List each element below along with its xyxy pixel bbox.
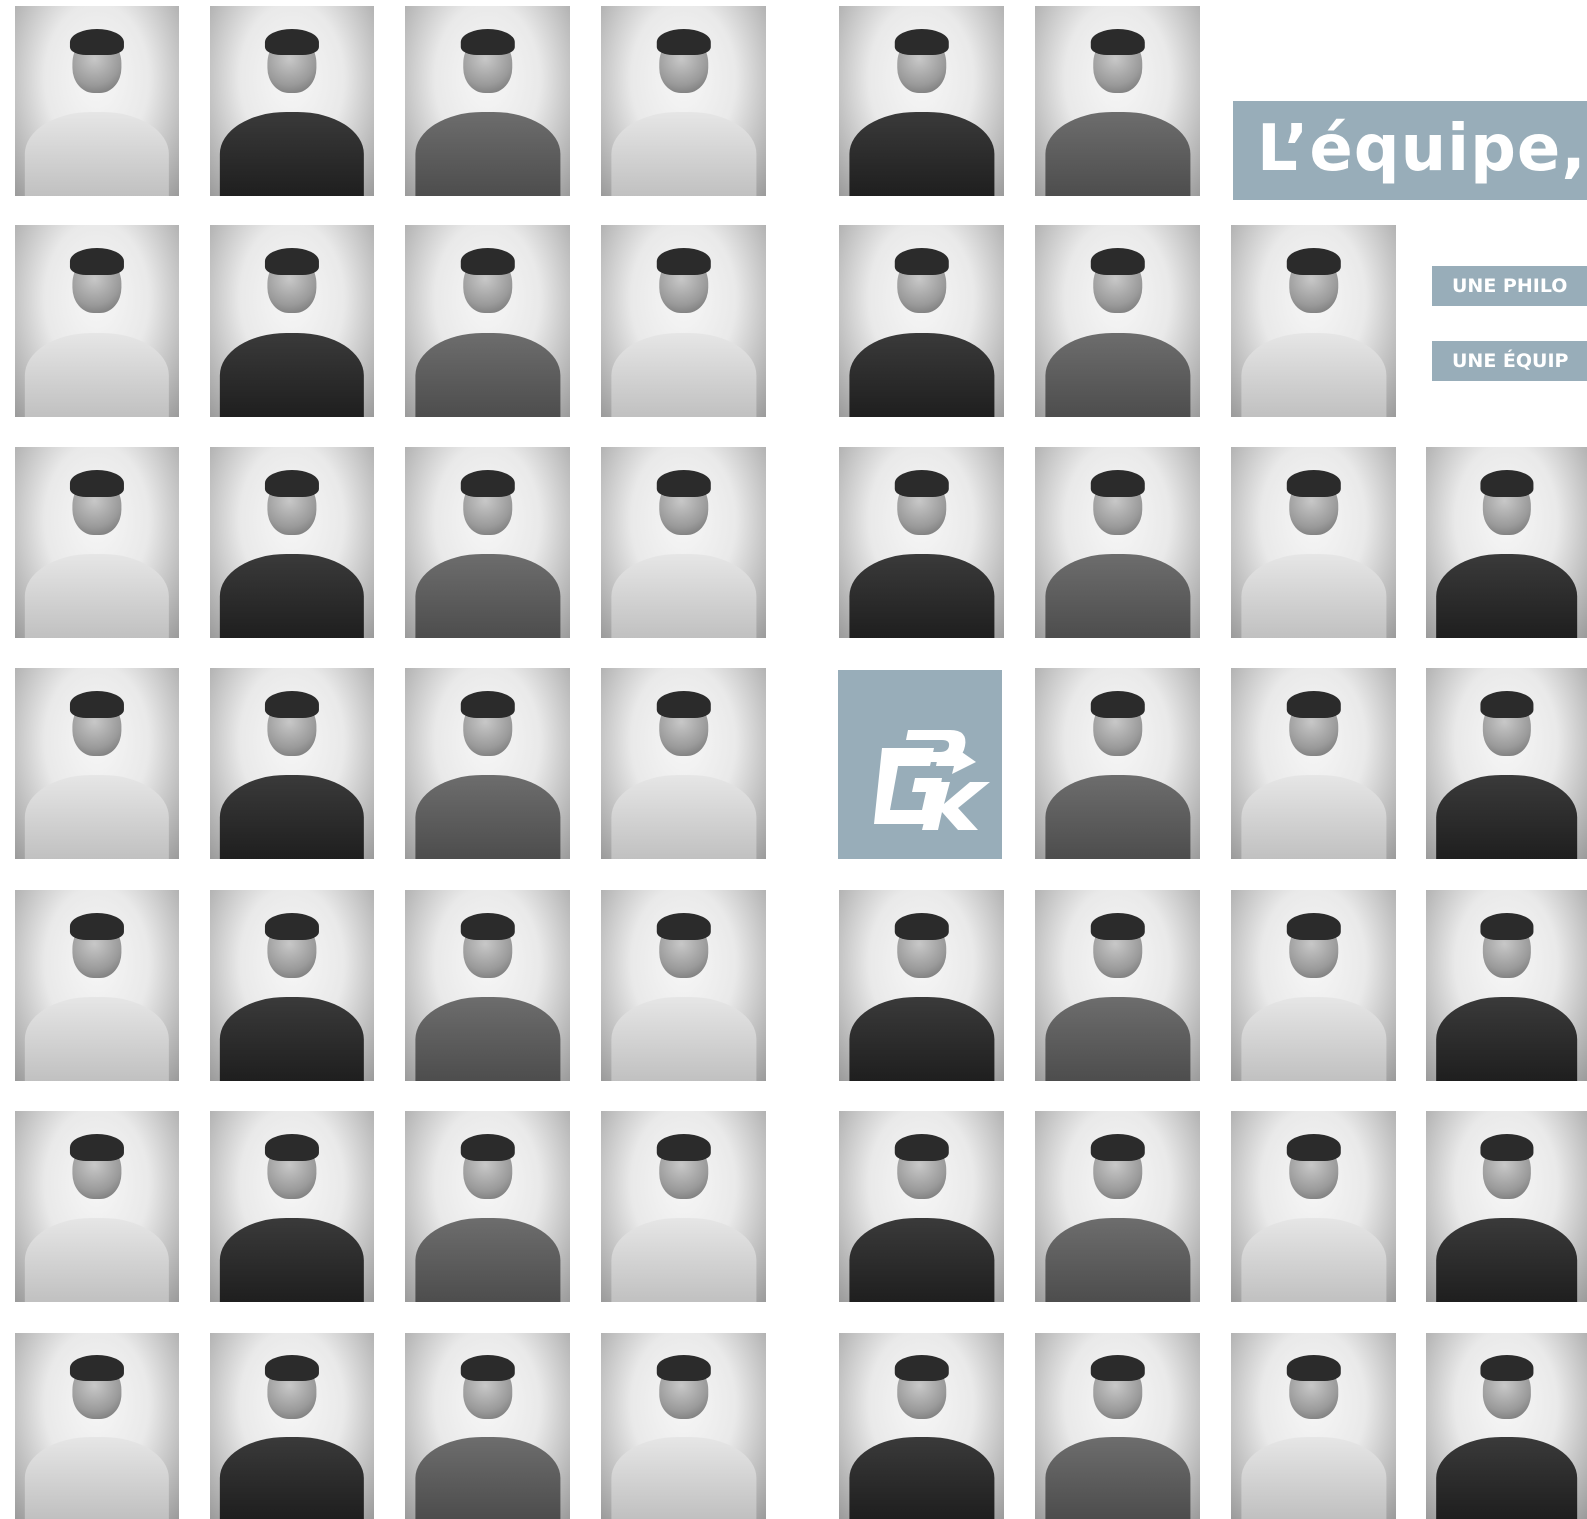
team-member-photo [210,1111,374,1302]
team-member-photo [601,1111,766,1302]
team-member-photo [210,447,374,638]
team-member-photo [15,1111,179,1302]
team-member-photo [601,1333,766,1519]
team-member-photo [15,668,179,859]
team-member-photo [405,447,570,638]
team-member-photo [15,225,179,417]
team-member-photo [1035,1111,1200,1302]
team-member-photo [839,225,1004,417]
gpk-logo-icon [874,730,990,830]
team-member-photo [1426,447,1587,638]
page-title: L’équipe, [1257,112,1587,186]
team-member-photo [601,890,766,1081]
team-member-photo [405,6,570,196]
team-member-photo [210,890,374,1081]
team-photo-grid [0,0,1587,1519]
team-member-photo [210,6,374,196]
tagline-philosophy: UNE PHILO [1432,266,1587,306]
team-member-photo [601,225,766,417]
team-member-photo [601,668,766,859]
team-member-photo [405,1333,570,1519]
team-member-photo [1035,668,1200,859]
team-member-photo [1035,447,1200,638]
team-member-photo [405,668,570,859]
team-member-photo [839,447,1004,638]
team-member-photo [1231,890,1396,1081]
team-member-photo [1035,225,1200,417]
team-member-photo [210,225,374,417]
team-member-photo [405,225,570,417]
team-member-photo [1231,447,1396,638]
team-member-photo [601,447,766,638]
team-member-photo [210,668,374,859]
team-member-photo [1231,225,1396,417]
team-member-photo [15,1333,179,1519]
team-member-photo [1035,6,1200,196]
team-member-photo [839,1333,1004,1519]
team-member-photo [1426,890,1587,1081]
team-member-photo [839,6,1004,196]
team-member-photo [15,890,179,1081]
company-logo-tile [838,670,1002,859]
team-member-photo [1231,668,1396,859]
team-member-photo [405,1111,570,1302]
tagline-team-label: UNE ÉQUIP [1452,350,1569,372]
team-member-photo [1426,1111,1587,1302]
team-member-photo [1035,1333,1200,1519]
team-member-photo [405,890,570,1081]
team-member-photo [1426,668,1587,859]
tagline-team: UNE ÉQUIP [1432,341,1587,381]
team-member-photo [1035,890,1200,1081]
team-member-photo [210,1333,374,1519]
team-member-photo [15,447,179,638]
team-member-photo [601,6,766,196]
team-member-photo [839,1111,1004,1302]
team-member-photo [1426,1333,1587,1519]
team-member-photo [839,890,1004,1081]
tagline-philosophy-label: UNE PHILO [1452,275,1568,297]
team-member-photo [15,6,179,196]
team-member-photo [1231,1111,1396,1302]
team-member-photo [1231,1333,1396,1519]
page-title-banner: L’équipe, [1233,101,1587,200]
